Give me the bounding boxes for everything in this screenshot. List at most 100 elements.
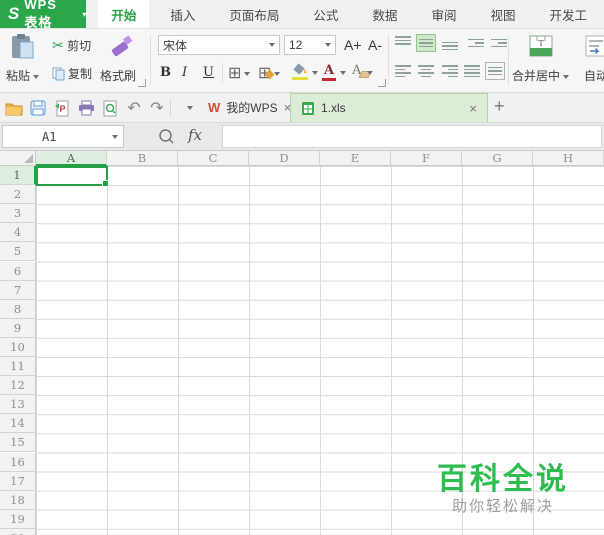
copy-button[interactable]: 复制 <box>52 65 92 82</box>
row-header-19[interactable]: 19 <box>0 509 36 529</box>
wrap-text-icon[interactable] <box>584 34 604 58</box>
tab-insert[interactable]: 插入 <box>157 0 208 28</box>
align-center-button[interactable] <box>416 62 436 80</box>
column-header-G[interactable]: G <box>462 151 533 166</box>
row-header-2[interactable]: 2 <box>0 185 36 205</box>
formula-input[interactable] <box>222 125 602 148</box>
copy-icon <box>52 67 65 80</box>
row-header-14[interactable]: 14 <box>0 414 36 434</box>
row-header-3[interactable]: 3 <box>0 204 36 224</box>
close-tab-icon[interactable]: × <box>469 101 477 116</box>
doc-tab-label: 我的WPS <box>226 101 278 115</box>
row-header-16[interactable]: 16 <box>0 452 36 472</box>
format-painter-button[interactable]: 格式刷 <box>100 67 136 84</box>
merge-center-icon[interactable]: T <box>528 34 554 58</box>
align-right-button[interactable] <box>440 62 460 80</box>
italic-button[interactable]: I <box>182 65 187 80</box>
doc-tab-1xls[interactable]: 1.xls × <box>290 93 488 122</box>
row-header-9[interactable]: 9 <box>0 318 36 338</box>
row-header-12[interactable]: 12 <box>0 376 36 396</box>
redo-icon[interactable]: ↷ <box>147 98 167 118</box>
paste-label: 粘贴 <box>6 69 31 83</box>
tab-page-layout[interactable]: 页面布局 <box>216 0 292 28</box>
new-tab-button[interactable]: + <box>494 96 505 117</box>
wrap-text-button[interactable]: 自动 <box>584 67 604 84</box>
wps-app-button[interactable]: S WPS 表格 ▾ <box>0 0 87 30</box>
paste-icon[interactable] <box>8 33 38 61</box>
shrink-font-button[interactable]: A- <box>368 37 382 53</box>
paste-button[interactable]: 粘贴 <box>6 67 40 84</box>
toolbar-options-caret-icon[interactable] <box>178 98 198 118</box>
row-header-8[interactable]: 8 <box>0 299 36 319</box>
font-family-value: 宋体 <box>163 38 188 53</box>
format-painter-icon[interactable] <box>108 35 134 59</box>
font-family-select[interactable]: 宋体 <box>158 35 280 55</box>
print-preview-icon[interactable] <box>100 98 120 118</box>
underline-button[interactable]: U <box>203 65 214 80</box>
increase-indent-button[interactable] <box>489 34 509 52</box>
align-bottom-button[interactable] <box>440 34 460 52</box>
fill-color-button[interactable] <box>292 63 318 80</box>
font-dialog-launcher[interactable] <box>378 79 386 87</box>
clear-format-button[interactable]: A <box>352 63 374 78</box>
distribute-button[interactable] <box>485 62 505 80</box>
insert-function-button[interactable]: fx <box>188 126 202 144</box>
save-icon[interactable] <box>28 98 48 118</box>
align-middle-button[interactable] <box>416 34 436 52</box>
column-header-B[interactable]: B <box>107 151 178 166</box>
tab-review[interactable]: 审阅 <box>418 0 469 28</box>
tab-view[interactable]: 视图 <box>477 0 528 28</box>
spreadsheet-file-icon <box>302 101 314 115</box>
search-icon[interactable] <box>158 128 175 145</box>
row-header-10[interactable]: 10 <box>0 337 36 357</box>
align-left-button[interactable] <box>393 62 413 80</box>
open-file-icon[interactable] <box>4 98 24 118</box>
column-header-D[interactable]: D <box>249 151 320 166</box>
column-header-E[interactable]: E <box>320 151 391 166</box>
tab-home[interactable]: 开始 <box>98 0 150 28</box>
align-top-button[interactable] <box>393 34 413 52</box>
draw-border-button[interactable]: ⊞ <box>258 63 281 83</box>
justify-button[interactable] <box>462 62 482 80</box>
cut-button[interactable]: ✂ 剪切 <box>52 37 91 54</box>
fill-handle[interactable] <box>102 180 109 187</box>
merge-center-button[interactable]: 合并居中 <box>512 67 570 84</box>
bold-button[interactable]: B <box>160 65 171 80</box>
undo-icon[interactable]: ↶ <box>124 98 144 118</box>
row-header-13[interactable]: 13 <box>0 395 36 415</box>
column-header-C[interactable]: C <box>178 151 249 166</box>
select-all-corner[interactable] <box>0 151 36 166</box>
row-header-6[interactable]: 6 <box>0 261 36 281</box>
tab-developer[interactable]: 开发工 <box>536 0 600 28</box>
tab-formulas[interactable]: 公式 <box>300 0 351 28</box>
clipboard-dialog-launcher[interactable] <box>138 79 146 87</box>
doc-tab-my-wps[interactable]: W 我的WPS × <box>198 93 301 122</box>
row-header-15[interactable]: 15 <box>0 433 36 453</box>
tab-data[interactable]: 数据 <box>359 0 410 28</box>
font-size-value: 12 <box>289 38 303 52</box>
app-title: WPS 表格 <box>24 0 57 30</box>
print-icon[interactable] <box>76 98 96 118</box>
selected-cell-outline[interactable] <box>36 166 109 187</box>
column-header-F[interactable]: F <box>391 151 462 166</box>
row-header-5[interactable]: 5 <box>0 242 36 262</box>
fill-color-caret-icon <box>312 71 318 75</box>
font-color-button[interactable]: A <box>322 63 347 81</box>
column-header-H[interactable]: H <box>533 151 604 166</box>
row-header-18[interactable]: 18 <box>0 490 36 510</box>
name-box[interactable]: A1 <box>2 125 124 148</box>
row-header-20[interactable]: 20 <box>0 528 36 535</box>
row-header-4[interactable]: 4 <box>0 223 36 243</box>
grow-font-button[interactable]: A+ <box>344 37 362 53</box>
font-size-select[interactable]: 12 <box>284 35 336 55</box>
column-header-A[interactable]: A <box>36 151 107 166</box>
borders-button[interactable]: ⊞ <box>228 63 251 83</box>
row-header-1[interactable]: 1 <box>0 166 36 186</box>
font-size-caret-icon <box>325 43 331 47</box>
row-header-11[interactable]: 11 <box>0 357 36 377</box>
row-header-17[interactable]: 17 <box>0 471 36 491</box>
export-pdf-icon[interactable]: P <box>52 98 72 118</box>
fill-color-bucket-icon <box>293 63 307 75</box>
decrease-indent-button[interactable] <box>466 34 486 52</box>
row-header-7[interactable]: 7 <box>0 280 36 300</box>
